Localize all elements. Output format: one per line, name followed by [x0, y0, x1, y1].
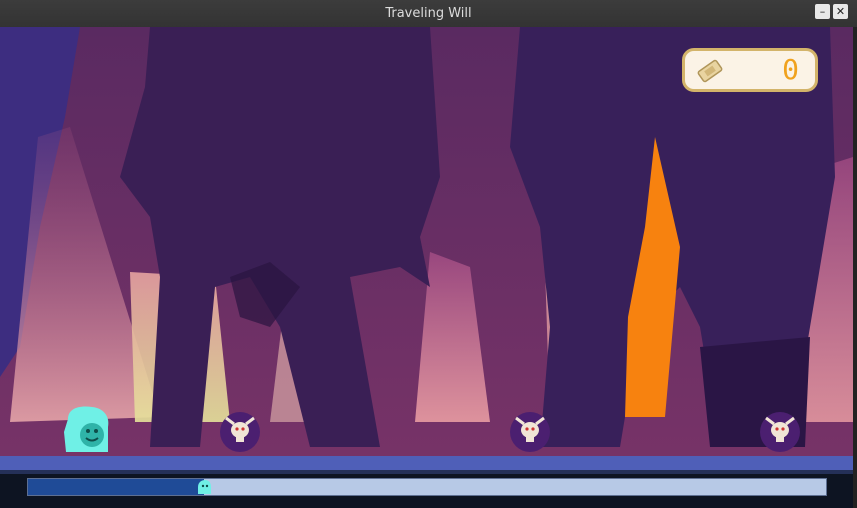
enemy-horned-skull	[760, 412, 800, 452]
window-edge	[853, 27, 857, 508]
game-viewport[interactable]: 0	[0, 27, 853, 508]
score-value: 0	[782, 53, 799, 86]
player-character	[64, 406, 109, 452]
game-window: Traveling Will – ✕ 0	[0, 0, 857, 508]
ticket-icon	[697, 59, 723, 83]
ghost-progress-icon	[197, 480, 211, 494]
enemy-horned-skull	[510, 412, 550, 452]
window-title: Traveling Will	[385, 6, 472, 21]
enemy-horned-skull	[220, 412, 260, 452]
level-progress-bar[interactable]	[27, 478, 827, 496]
score-panel: 0	[682, 48, 818, 92]
game-scene	[0, 27, 853, 508]
close-button[interactable]: ✕	[833, 4, 848, 19]
minimize-button[interactable]: –	[815, 4, 830, 19]
level-progress-fill	[28, 479, 204, 495]
title-bar[interactable]: Traveling Will – ✕	[0, 0, 857, 27]
